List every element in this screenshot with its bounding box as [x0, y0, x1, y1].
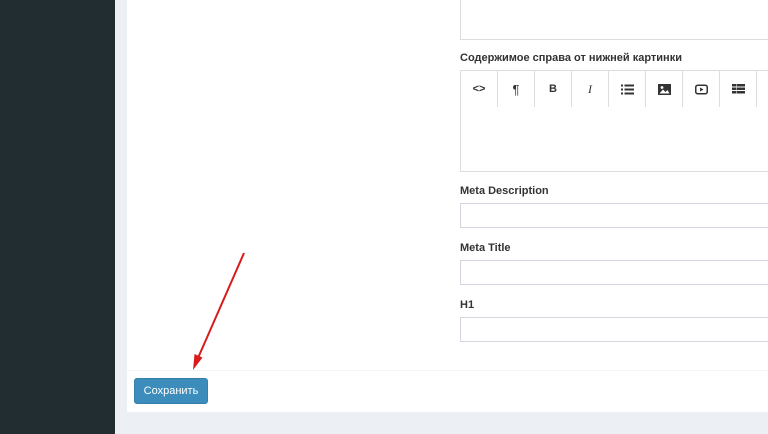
bold-icon: B	[549, 83, 557, 95]
table-button[interactable]	[720, 71, 757, 107]
table-icon	[731, 84, 745, 94]
meta-description-label: Meta Description	[460, 185, 549, 197]
list-button[interactable]	[609, 71, 646, 107]
h1-label: H1	[460, 299, 475, 311]
meta-title-label: Meta Title	[460, 242, 511, 254]
sidebar	[0, 0, 115, 434]
h1-input[interactable]	[460, 317, 768, 342]
italic-icon: I	[588, 81, 592, 96]
video-button[interactable]	[683, 71, 720, 107]
right-content-editor[interactable]	[460, 107, 768, 172]
editor-toolbar: <> ¶ B I	[460, 70, 768, 108]
image-icon	[657, 83, 671, 95]
meta-description-input[interactable]	[460, 203, 768, 228]
code-view-button[interactable]: <>	[461, 71, 498, 107]
code-icon: <>	[472, 83, 486, 95]
meta-title-input[interactable]	[460, 260, 768, 285]
image-button[interactable]	[646, 71, 683, 107]
list-icon	[620, 84, 634, 95]
bold-button[interactable]: B	[535, 71, 572, 107]
paragraph-icon: ¶	[512, 81, 520, 97]
previous-editor-area[interactable]	[460, 0, 768, 40]
italic-button[interactable]: I	[572, 71, 609, 107]
right-content-label: Содержимое справа от нижней картинки	[460, 52, 682, 64]
video-icon	[694, 84, 708, 95]
paragraph-button[interactable]: ¶	[498, 71, 535, 107]
form-footer	[127, 370, 768, 412]
save-button[interactable]: Сохранить	[134, 378, 208, 404]
